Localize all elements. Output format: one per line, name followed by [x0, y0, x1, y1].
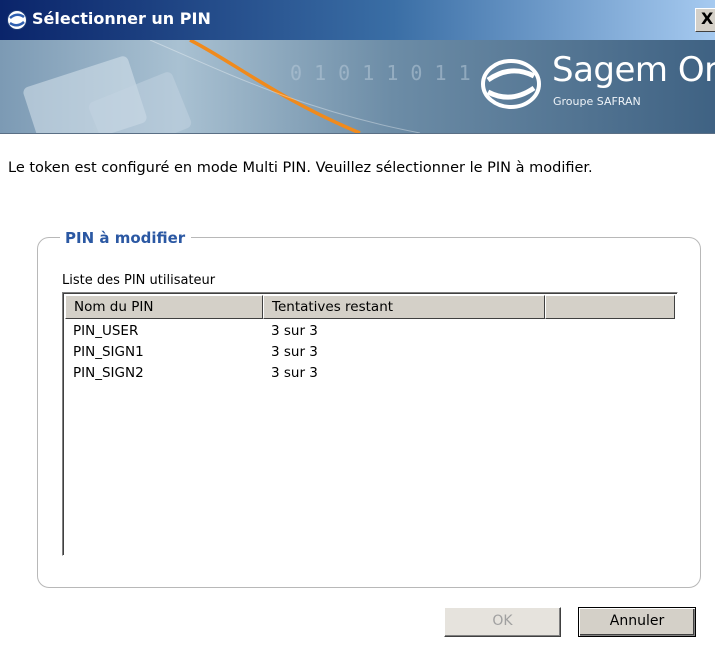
- close-button[interactable]: X: [695, 8, 715, 32]
- list-header: Nom du PIN Tentatives restant: [65, 295, 675, 319]
- list-item[interactable]: PIN_USER 3 sur 3: [65, 321, 675, 341]
- pin-list[interactable]: Nom du PIN Tentatives restant PIN_USER 3…: [62, 292, 678, 556]
- list-item[interactable]: PIN_SIGN1 3 sur 3: [65, 342, 675, 362]
- select-pin-dialog: Sélectionner un PIN X 0 1 0 1 1 0 1 1 Sa…: [0, 0, 715, 658]
- list-caption: Liste des PIN utilisateur: [62, 273, 216, 288]
- svg-text:0 1 0 1 1 0 1 1: 0 1 0 1 1 0 1 1: [290, 61, 471, 85]
- title-bar[interactable]: Sélectionner un PIN X: [0, 0, 715, 40]
- pin-name: PIN_SIGN2: [73, 365, 144, 381]
- column-header-attempts[interactable]: Tentatives restant: [263, 295, 545, 319]
- cancel-button[interactable]: Annuler: [578, 607, 696, 637]
- groupbox-legend: PIN à modifier: [60, 229, 192, 247]
- brand-subtitle: Groupe SAFRAN: [553, 95, 641, 108]
- pin-attempts: 3 sur 3: [271, 323, 318, 339]
- app-logo-icon: [7, 10, 27, 30]
- pin-attempts: 3 sur 3: [271, 344, 318, 360]
- brand-name: Sagem Orga: [552, 50, 715, 90]
- brand-banner: 0 1 0 1 1 0 1 1 Sagem Orga Groupe SAFRAN: [0, 40, 715, 134]
- column-header-empty[interactable]: [545, 295, 675, 319]
- pin-name: PIN_SIGN1: [73, 344, 144, 360]
- list-item[interactable]: PIN_SIGN2 3 sur 3: [65, 363, 675, 383]
- ok-button[interactable]: OK: [444, 607, 561, 637]
- window-title: Sélectionner un PIN: [32, 9, 211, 28]
- pin-attempts: 3 sur 3: [271, 365, 318, 381]
- brand-logo-icon: [481, 59, 541, 109]
- pin-name: PIN_USER: [73, 323, 139, 339]
- column-header-pin-name[interactable]: Nom du PIN: [65, 295, 263, 319]
- instruction-text: Le token est configuré en mode Multi PIN…: [8, 160, 593, 176]
